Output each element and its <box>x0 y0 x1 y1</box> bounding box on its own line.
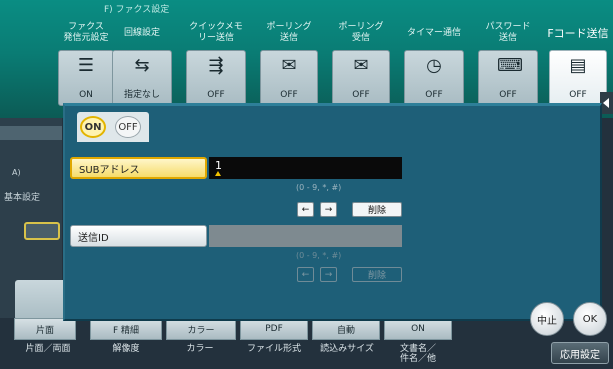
resolution-label: 解像度 <box>112 344 140 354</box>
file-format-label: ファイル形式 <box>246 344 301 354</box>
polling-send-icon: ✉ <box>281 55 297 76</box>
basic-settings-label: 基本設定 <box>4 193 41 203</box>
tab-value: OFF <box>207 90 225 100</box>
tab-label: ポーリング 受信 <box>338 22 384 43</box>
tab-label: タイマー通信 <box>406 27 461 38</box>
tab-label: Fコード送信 <box>547 26 609 40</box>
polling-receive-icon: ✉ <box>353 55 369 76</box>
on-toggle-button[interactable]: ON <box>80 116 106 138</box>
ok-button[interactable]: OK <box>573 302 607 336</box>
bottom-settings-row: 片面 F 精細 カラー PDF 自動 ON <box>0 318 613 340</box>
tab-label: ポーリング 送信 <box>266 22 312 43</box>
tab-value: OFF <box>569 90 587 100</box>
f-code-icon: ▤ <box>569 55 587 76</box>
stop-button[interactable]: 中止 <box>530 302 564 336</box>
duplex-button[interactable]: 片面 <box>14 318 76 340</box>
resolution-button[interactable]: F 精細 <box>90 318 162 340</box>
cursor-caret-icon <box>215 171 221 176</box>
tab-value: OFF <box>352 90 370 100</box>
bottom-labels: 片面／両面 解像度 カラー ファイル形式 読込みサイズ 文書名／ 件名／他 <box>0 342 613 369</box>
tab-value: OFF <box>425 90 443 100</box>
function-tab-button[interactable]: ⌨ OFF <box>478 50 538 106</box>
fax-header-icon: ☰ <box>77 55 95 76</box>
sender-id-right-arrow-button[interactable]: → <box>320 267 337 282</box>
breadcrumb: F) ファクス設定 <box>104 5 170 15</box>
sender-id-field[interactable] <box>209 225 402 247</box>
color-button[interactable]: カラー <box>166 318 236 340</box>
sender-id-left-arrow-button[interactable]: ← <box>297 267 314 282</box>
function-tab-button[interactable]: ⇆ 指定なし <box>112 50 172 106</box>
function-tab-button[interactable]: ✉ OFF <box>260 50 318 106</box>
sub-address-button[interactable]: SUBアドレス <box>70 157 207 179</box>
tab-value: 指定なし <box>123 90 160 100</box>
arrow-left-icon <box>603 98 609 108</box>
timer-icon: ◷ <box>426 55 442 76</box>
function-tab-button[interactable]: ▤ OFF <box>549 50 607 106</box>
line-icon: ⇆ <box>134 55 150 76</box>
tab-label: パスワード 送信 <box>485 22 531 43</box>
sender-id-delete-button[interactable]: 削除 <box>352 267 402 282</box>
sub-address-delete-button[interactable]: 削除 <box>352 202 402 217</box>
tab-label: 回線設定 <box>123 27 160 38</box>
sender-id-button[interactable]: 送信ID <box>70 225 207 247</box>
advanced-settings-button[interactable]: 応用設定 <box>551 342 609 364</box>
quick-memory-icon: ⇶ <box>208 55 224 76</box>
document-name-label: 文書名／ 件名／他 <box>399 344 436 364</box>
basic-settings-button[interactable] <box>24 222 60 240</box>
sub-address-hint: (0 - 9, *, #) <box>296 183 342 192</box>
side-a-label: A) <box>12 168 21 177</box>
tab-value: ON <box>79 90 93 100</box>
sender-id-hint: (0 - 9, *, #) <box>296 251 342 260</box>
function-tab-button[interactable]: ⇶ OFF <box>186 50 246 106</box>
duplex-label: 片面／両面 <box>25 344 71 354</box>
function-tab-button[interactable]: ✉ OFF <box>332 50 390 106</box>
tab-value: OFF <box>280 90 298 100</box>
file-format-button[interactable]: PDF <box>240 318 308 340</box>
sub-address-field[interactable] <box>209 157 402 179</box>
sub-address-right-arrow-button[interactable]: → <box>320 202 337 217</box>
document-name-button[interactable]: ON <box>384 318 452 340</box>
off-toggle-button[interactable]: OFF <box>115 116 141 138</box>
color-label: カラー <box>186 344 214 354</box>
function-tab-button[interactable]: ◷ OFF <box>404 50 464 106</box>
scan-size-button[interactable]: 自動 <box>312 318 380 340</box>
sub-address-left-arrow-button[interactable]: ← <box>297 202 314 217</box>
function-tab-button[interactable]: ☰ ON <box>58 50 114 106</box>
tab-value: OFF <box>499 90 517 100</box>
tab-label: クイックメモ リー送信 <box>189 22 243 43</box>
left-panel-bar <box>0 126 62 140</box>
password-send-icon: ⌨ <box>497 55 523 76</box>
scan-size-label: 読込みサイズ <box>320 344 374 354</box>
